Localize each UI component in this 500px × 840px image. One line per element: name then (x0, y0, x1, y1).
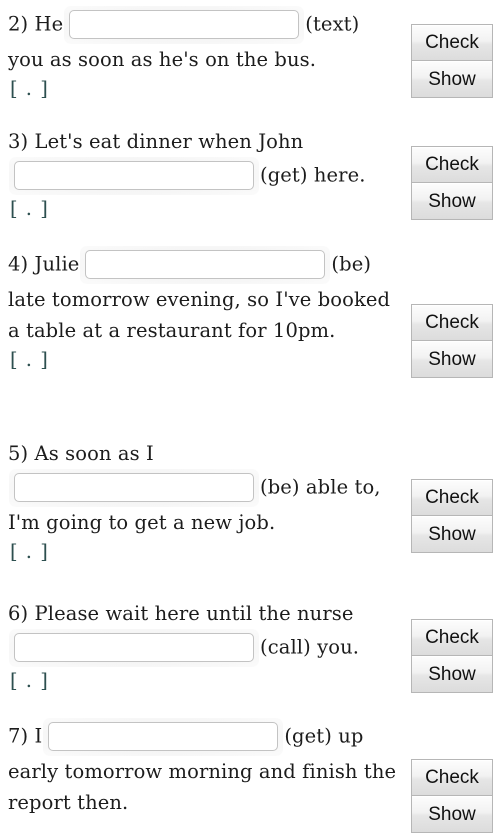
question-item-5: 5) As soon as I (be) able to, I'm going … (8, 438, 408, 566)
feedback-marker-2: [ . ] (10, 77, 49, 100)
question-number-6: 6) (8, 602, 29, 625)
question-body-2: 2) He (text) (8, 6, 408, 44)
question-body-5: (be) able to, (8, 469, 408, 507)
answer-input-7[interactable] (48, 722, 279, 751)
question-body-6: (call) you. (8, 629, 408, 667)
feedback-marker-6: [ . ] (10, 669, 49, 692)
question-item-2: 2) He (text) you as soon as he's on the b… (8, 6, 408, 103)
check-button-5[interactable]: Check (411, 479, 493, 516)
question-text-before-2: He (34, 12, 64, 36)
check-button-4[interactable]: Check (411, 304, 493, 341)
button-group-6: Check Show (411, 619, 493, 693)
feedback-marker-3: [ . ] (10, 197, 49, 220)
question-text-before-4: Julie (34, 252, 80, 276)
question-text-after-2: you as soon as he's on the bus. (8, 48, 317, 71)
question-text-before-6: Please wait here until the nurse (34, 602, 354, 625)
check-button-2[interactable]: Check (411, 24, 493, 61)
blank-wrapper-7 (43, 718, 284, 756)
button-group-5: Check Show (411, 479, 493, 553)
question-number-4: 4) (8, 252, 29, 276)
question-body-7: 7) I (get) up (8, 718, 408, 756)
show-button-4[interactable]: Show (411, 341, 493, 378)
question-text-before-5: As soon as I (34, 442, 154, 465)
question-body-3: (get) here. (8, 157, 408, 195)
show-button-3[interactable]: Show (411, 183, 493, 220)
question-cue-3: (get) here. (260, 163, 366, 187)
question-item-4: 4) Julie (be) late tomorrow evening, so I… (8, 246, 408, 374)
button-group-3: Check Show (411, 146, 493, 220)
question-number-5: 5) (8, 442, 29, 465)
answer-input-2[interactable] (69, 10, 300, 39)
show-button-2[interactable]: Show (411, 61, 493, 98)
check-button-3[interactable]: Check (411, 146, 493, 183)
blank-wrapper-6 (9, 629, 259, 667)
question-head-6: 6) Please wait here until the nurse (8, 598, 408, 629)
question-cue-4: (be) (331, 252, 372, 276)
question-cue-7: (get) up (284, 724, 364, 748)
question-cue-2: (text) (305, 12, 360, 36)
question-text-after-7: early tomorrow morning and finish the re… (8, 760, 397, 814)
question-text-after-5: I'm going to get a new job. (8, 511, 276, 534)
question-item-3: 3) Let's eat dinner when John (get) here… (8, 126, 408, 223)
question-number-7: 7) (8, 724, 29, 748)
blank-wrapper-3 (9, 157, 259, 195)
show-button-7[interactable]: Show (411, 796, 493, 833)
blank-wrapper-4 (80, 246, 331, 284)
answer-input-4[interactable] (85, 250, 326, 279)
question-item-6: 6) Please wait here until the nurse (cal… (8, 598, 408, 695)
question-number-2: 2) (8, 12, 29, 36)
button-group-7: Check Show (411, 759, 493, 833)
check-button-7[interactable]: Check (411, 759, 493, 796)
check-button-6[interactable]: Check (411, 619, 493, 656)
answer-input-5[interactable] (14, 473, 254, 502)
button-group-2: Check Show (411, 24, 493, 98)
show-button-6[interactable]: Show (411, 656, 493, 693)
button-group-4: Check Show (411, 304, 493, 378)
question-text-before-7: I (34, 724, 43, 748)
question-number-3: 3) (8, 130, 29, 153)
feedback-marker-4: [ . ] (10, 348, 49, 371)
question-text-after-4: late tomorrow evening, so I've booked a … (8, 288, 391, 342)
question-item-7: 7) I (get) up early tomorrow morning and … (8, 718, 408, 818)
question-head-3: 3) Let's eat dinner when John (8, 126, 408, 157)
answer-input-6[interactable] (14, 633, 254, 662)
feedback-marker-5: [ . ] (10, 540, 49, 563)
question-cue-5: (be) able to, (260, 475, 381, 499)
question-cue-6: (call) you. (260, 635, 360, 659)
show-button-5[interactable]: Show (411, 516, 493, 553)
blank-wrapper-2 (64, 6, 305, 44)
question-body-4: 4) Julie (be) (8, 246, 408, 284)
question-head-5: 5) As soon as I (8, 438, 408, 469)
blank-wrapper-5 (9, 469, 259, 507)
answer-input-3[interactable] (14, 161, 254, 190)
question-text-before-3: Let's eat dinner when John (34, 130, 304, 153)
